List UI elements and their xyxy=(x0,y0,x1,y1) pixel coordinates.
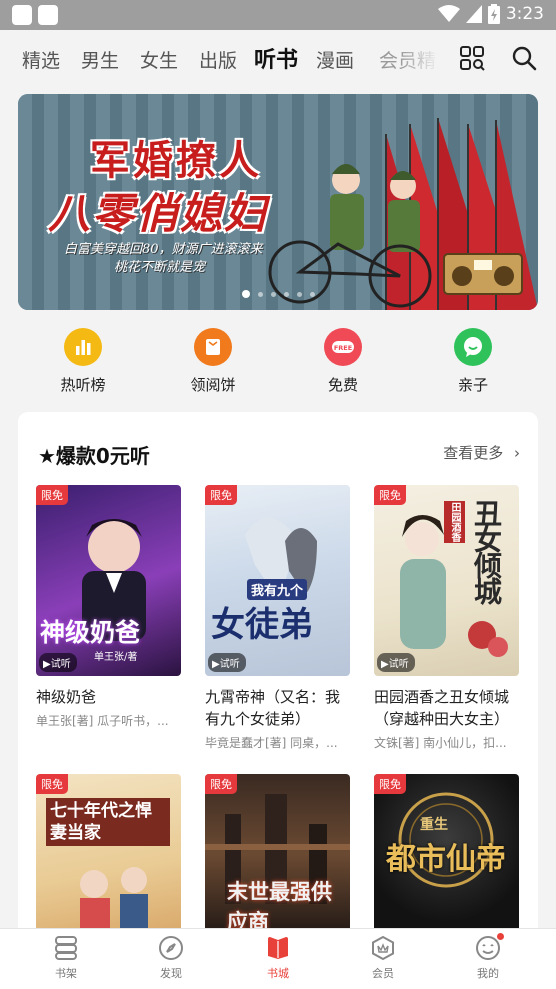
banner-title-line2: 八零俏媳妇 xyxy=(48,189,269,238)
free-icon: FREE xyxy=(324,328,362,366)
nav-label: 书城 xyxy=(267,967,289,980)
search-icon[interactable] xyxy=(510,44,538,72)
see-more-label: 查看更多 xyxy=(443,444,504,462)
shortcut-parenting[interactable]: 亲子 xyxy=(428,328,518,395)
shortcut-label: 领阅饼 xyxy=(190,376,236,394)
free-limited-badge: 限免 xyxy=(374,485,406,505)
free-limited-badge: 限免 xyxy=(36,774,68,794)
book-cover: 神级奶爸 单王张/著 限免 ▶试听 xyxy=(36,485,181,676)
battery-icon xyxy=(487,4,500,24)
book-author: 毕竟是蠢才[著] 同桌，... xyxy=(205,736,338,750)
free-limited-badge: 限免 xyxy=(374,774,406,794)
cover-title: 丑女倾城 xyxy=(470,499,503,603)
book-cover: 末世最强供应商 限免 xyxy=(205,774,350,934)
cover-title: 女徒弟 xyxy=(211,605,313,645)
page-dot xyxy=(242,290,250,298)
tab-male[interactable]: 男生 xyxy=(81,46,119,73)
book-title: 九霄帝神（又名：我有九个女徒弟） xyxy=(205,688,341,728)
chat-bubble-icon xyxy=(454,328,492,366)
book-card[interactable]: 七十年代之悍妻当家 限免 xyxy=(36,774,181,934)
svg-text:FREE: FREE xyxy=(334,344,352,352)
nav-bookshelf[interactable]: 书架 xyxy=(26,935,106,981)
tab-female[interactable]: 女生 xyxy=(140,46,178,73)
book-author: 文铢[著] 南小仙儿，扣... xyxy=(374,736,507,750)
tab-audiobook[interactable]: 听书 xyxy=(254,42,298,74)
banner-subtitle-line1: 白富美穿越回80，财源广进滚滚来 xyxy=(64,242,263,257)
tab-comics[interactable]: 漫画 xyxy=(316,46,354,73)
nav-label: 书架 xyxy=(55,967,77,980)
free-listen-section: ★爆款0元听 查看更多 › 神级奶爸 单王张/著 限免 ▶试听 神级奶爸 单王张… xyxy=(18,412,538,972)
status-time: 3:23 xyxy=(505,4,544,24)
shortcut-label: 亲子 xyxy=(457,376,488,394)
trial-listen-button[interactable]: ▶试听 xyxy=(208,653,246,672)
see-more-link[interactable]: 查看更多 › xyxy=(443,442,520,463)
notification-icon xyxy=(38,5,58,25)
trial-listen-button[interactable]: ▶试听 xyxy=(39,653,77,672)
book-card[interactable]: 我有九个 女徒弟 限免 ▶试听 九霄帝神（又名：我有九个女徒弟） 毕竟是蠢才[著… xyxy=(205,485,350,751)
cover-subtitle: 田园酒香 xyxy=(444,501,465,543)
signal-icon xyxy=(465,5,482,23)
bottom-navigation: 书架 发现 书城 会员 我的 xyxy=(0,928,556,989)
tab-publish[interactable]: 出版 xyxy=(199,46,237,73)
nav-discover[interactable]: 发现 xyxy=(131,935,211,981)
book-title: 神级奶爸 xyxy=(36,688,97,706)
free-limited-badge: 限免 xyxy=(205,774,237,794)
page-dot xyxy=(284,291,289,297)
cover-title: 神级奶爸 xyxy=(40,618,141,647)
banner-subtitle-line2: 桃花不断就是宠 xyxy=(114,260,206,275)
bookstore-icon xyxy=(265,935,291,961)
book-card[interactable]: 重生 都市仙帝 限免 xyxy=(374,774,519,934)
trial-listen-button[interactable]: ▶试听 xyxy=(377,653,415,672)
notification-dot xyxy=(497,933,504,940)
cover-title: 末世最强供应商 xyxy=(227,879,332,934)
bookshelf-icon xyxy=(53,935,79,961)
wifi-icon xyxy=(437,5,460,22)
chart-icon xyxy=(64,328,102,366)
cover-subtitle: 重生 xyxy=(420,817,448,833)
shortcut-label: 热听榜 xyxy=(60,376,106,394)
book-card[interactable]: 末世最强供应商 限免 xyxy=(205,774,350,934)
nav-label: 会员 xyxy=(372,967,394,980)
status-bar: 3:23 xyxy=(0,0,556,30)
nav-vip[interactable]: 会员 xyxy=(343,935,423,981)
shortcut-hot-chart[interactable]: 热听榜 xyxy=(38,328,128,395)
nav-bookstore[interactable]: 书城 xyxy=(238,935,318,981)
banner-page-indicator xyxy=(242,290,315,298)
book-title: 田园酒香之丑女倾城（穿越种田大女主） xyxy=(374,688,510,728)
category-grid-icon[interactable] xyxy=(458,44,486,72)
book-card[interactable]: 神级奶爸 单王张/著 限免 ▶试听 神级奶爸 单王张[著] 瓜子听书，... xyxy=(36,485,181,729)
cover-subtitle: 单王张/著 xyxy=(94,652,138,663)
section-title: ★爆款0元听 xyxy=(38,444,150,468)
book-card[interactable]: 田园酒香 丑女倾城 限免 ▶试听 田园酒香之丑女倾城（穿越种田大女主） 文铢[著… xyxy=(374,485,519,751)
page-dot xyxy=(297,291,302,297)
notification-icon xyxy=(12,5,32,25)
cover-title: 七十年代之悍妻当家 xyxy=(46,798,170,846)
nav-label: 发现 xyxy=(160,967,182,980)
banner-title-line1: 军婚撩人 xyxy=(90,137,262,184)
top-tab-bar: 精选 男生 女生 出版 听书 漫画 会员精 xyxy=(0,30,556,86)
book-cover: 我有九个 女徒弟 限免 ▶试听 xyxy=(205,485,350,676)
vip-icon xyxy=(370,935,396,961)
free-limited-badge: 限免 xyxy=(36,485,68,505)
page-dot xyxy=(258,291,263,297)
free-limited-badge: 限免 xyxy=(205,485,237,505)
shortcut-free[interactable]: FREE 免费 xyxy=(298,328,388,395)
chevron-right-icon: › xyxy=(514,444,520,462)
shortcut-label: 免费 xyxy=(327,376,358,394)
book-cover: 七十年代之悍妻当家 限免 xyxy=(36,774,181,934)
book-cover: 重生 都市仙帝 限免 xyxy=(374,774,519,934)
compass-icon xyxy=(158,935,184,961)
book-cover: 田园酒香 丑女倾城 限免 ▶试听 xyxy=(374,485,519,676)
tab-featured[interactable]: 精选 xyxy=(22,46,60,73)
promo-banner[interactable]: 军婚撩人 八零俏媳妇 白富美穿越回80，财源广进滚滚来 桃花不断就是宠 xyxy=(18,94,538,310)
profile-icon xyxy=(475,933,504,961)
nav-profile[interactable]: 我的 xyxy=(448,933,528,981)
cover-title: 都市仙帝 xyxy=(386,842,506,877)
page-dot xyxy=(310,291,315,297)
envelope-icon xyxy=(194,328,232,366)
nav-label: 我的 xyxy=(477,967,499,980)
shortcut-reading-cake[interactable]: 领阅饼 xyxy=(168,328,258,395)
book-author: 单王张[著] 瓜子听书，... xyxy=(36,714,169,728)
page-dot xyxy=(271,291,276,297)
